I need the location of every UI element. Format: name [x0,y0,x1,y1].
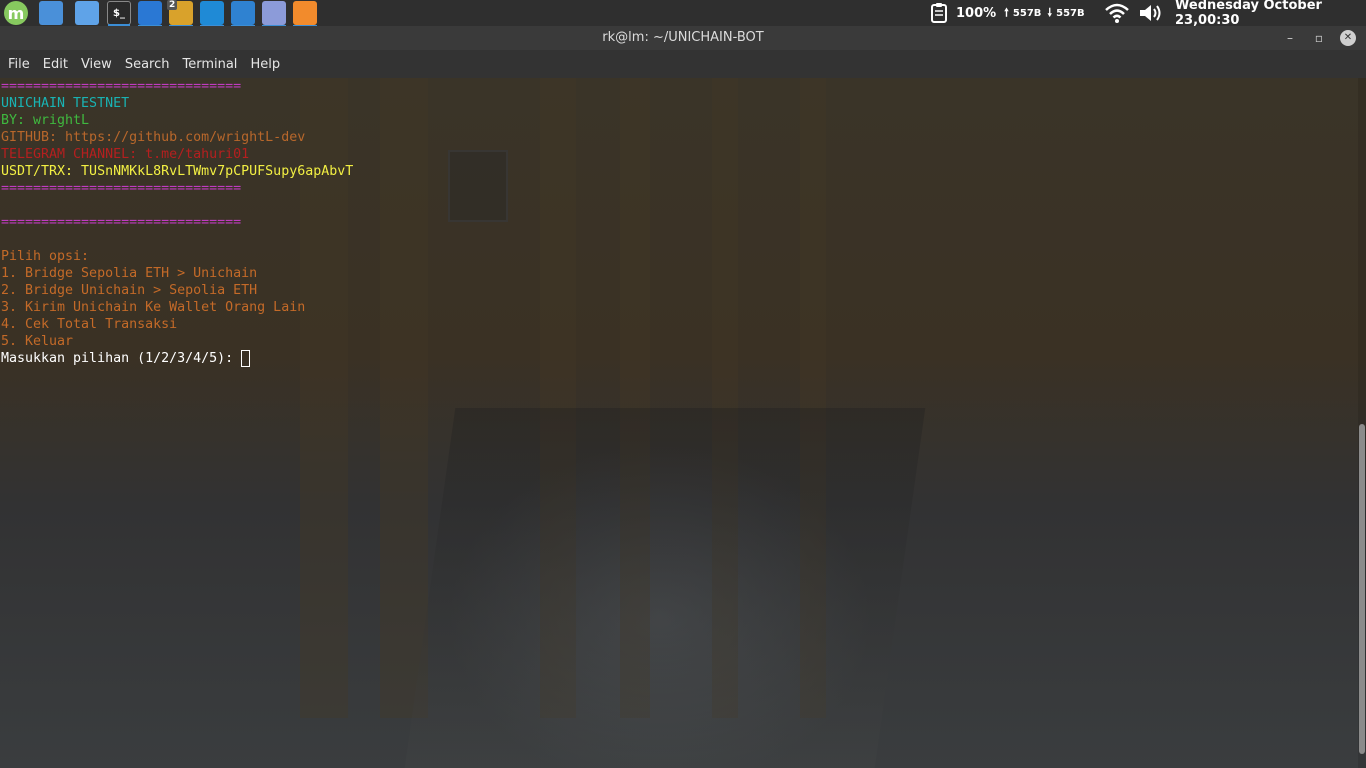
scrollbar-thumb[interactable] [1359,424,1365,754]
terminal-line: USDT/TRX: TUSnNMKkL8RvLTWmv7pCPUFSupy6ap… [1,164,354,179]
prompt-text: Masukkan pilihan (1/2/3/4/5): [1,351,242,366]
clock[interactable]: Wednesday October 23,00:30 [1175,0,1366,28]
terminal-line: ============================== [1,215,242,230]
mint-menu-icon[interactable]: m [4,1,28,25]
chrome-icon[interactable]: 2 [167,0,193,27]
wifi-volume [1104,0,1166,26]
battery-percent: 100% [956,5,997,21]
ubuntu-app-icon[interactable] [293,1,317,27]
clock-text: Wednesday October 23,00:30 [1175,0,1322,28]
edge-icon[interactable] [200,1,224,27]
menu-edit[interactable]: Edit [43,57,68,72]
upload-arrow-icon: 🠕 [1004,5,1009,19]
menu-bar: File Edit View Search Terminal Help [0,50,1366,78]
window-titlebar[interactable]: rk@lm: ~/UNICHAIN-BOT – ▫ ✕ [0,26,1366,50]
menu-view[interactable]: View [81,57,112,72]
download-rate: 557B [1056,7,1085,19]
vscode-icon[interactable] [138,1,162,27]
files-icon[interactable] [75,1,99,25]
terminal-line: ============================== [1,79,242,94]
terminal-line: ============================== [1,181,242,196]
upload-rate: 557B [1012,7,1042,19]
menu-search[interactable]: Search [125,57,170,72]
top-panel: m $_ 2 100% 🠕 557B 🠗 557B Wednesday Octobe… [0,0,1366,28]
minimize-button[interactable]: – [1283,30,1297,46]
system-tray: 100% 🠕 557B 🠗 557B [928,0,1085,26]
close-button[interactable]: ✕ [1340,30,1356,46]
download-arrow-icon: 🠗 [1047,5,1053,19]
wifi-icon[interactable] [1104,2,1130,24]
terminal-line: UNICHAIN TESTNET [1,96,130,111]
terminal-cursor [241,350,251,367]
terminal-text: ============================== UNICHAIN T… [1,78,353,367]
maximize-button[interactable]: ▫ [1312,30,1326,46]
background-lantern [448,150,508,222]
clipboard-icon[interactable] [928,2,950,24]
terminal-line: GITHUB: https://github.com/wrightL-dev [1,130,306,145]
menu-help[interactable]: Help [250,57,280,72]
window-title: rk@lm: ~/UNICHAIN-BOT [602,30,764,45]
terminal-line: BY: wrightL [1,113,90,128]
menu-terminal[interactable]: Terminal [182,57,237,72]
screenshot-icon[interactable] [231,1,255,27]
terminal-line: TELEGRAM CHANNEL: t.me/tahuri01 [1,147,250,162]
menu-file[interactable]: File [8,57,30,72]
terminal-line: 5. Keluar [1,334,74,349]
window-count-badge: 2 [167,0,178,10]
volume-icon[interactable] [1138,2,1166,24]
background-path [404,408,926,768]
terminal-line: 1. Bridge Sepolia ETH > Unichain [1,266,258,281]
terminal-line: 2. Bridge Unichain > Sepolia ETH [1,283,258,298]
terminal-icon[interactable]: $_ [107,1,131,26]
prompt-line[interactable]: Masukkan pilihan (1/2/3/4/5): [1,350,353,367]
terminal-line: Pilih opsi: [1,249,90,264]
terminal-output[interactable]: ============================== UNICHAIN T… [0,78,1366,768]
background-torii-post [380,78,428,718]
terminal-line: 3. Kirim Unichain Ke Wallet Orang Lain [1,300,306,315]
terminal-line: 4. Cek Total Transaksi [1,317,178,332]
show-desktop-icon[interactable] [39,1,63,25]
text-editor-icon[interactable] [262,1,286,27]
